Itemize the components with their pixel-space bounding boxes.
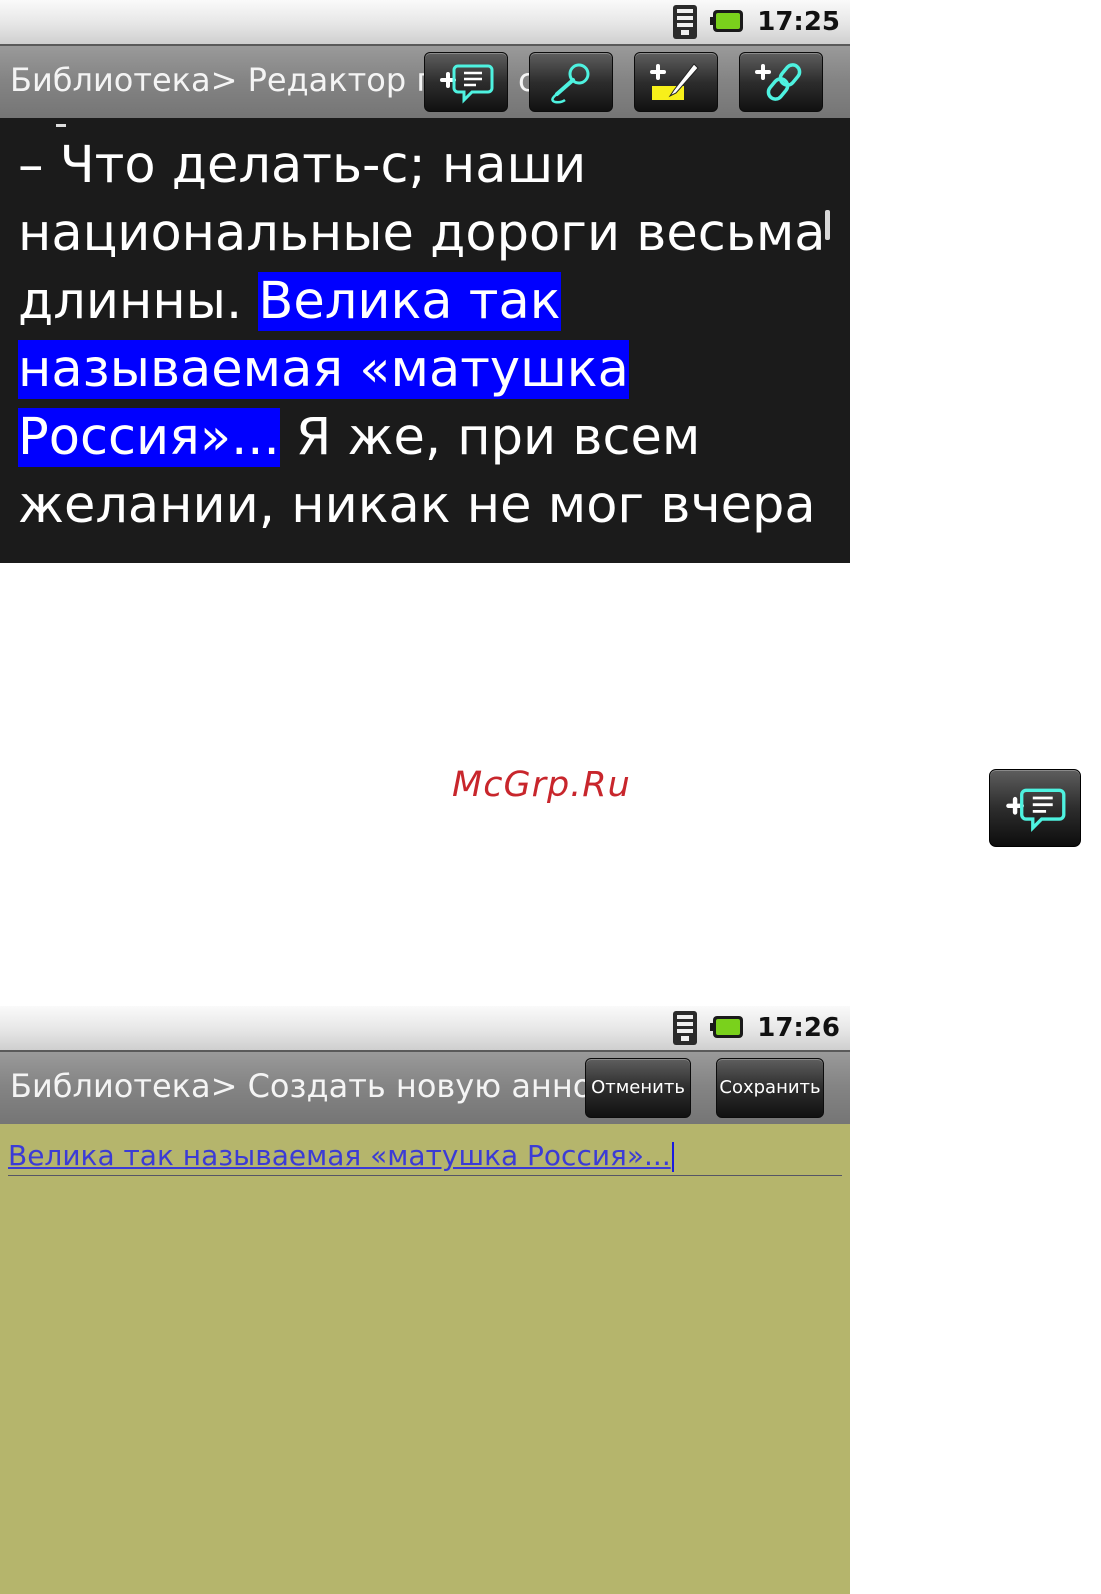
cancel-button[interactable]: Отменить: [585, 1058, 691, 1118]
save-button[interactable]: Сохранить: [716, 1058, 824, 1118]
book-page[interactable]: – Что делать-с; наши национальные дороги…: [0, 118, 850, 563]
add-note-button[interactable]: [424, 52, 508, 112]
text-caret: [671, 1142, 674, 1172]
add-link-button[interactable]: [739, 52, 823, 112]
battery-icon: [710, 1016, 743, 1038]
title-bar: Библиотека> Редактор ги с: [0, 44, 850, 118]
add-note-icon: [440, 64, 494, 104]
page-title: Библиотека> Создать новую аннот: [10, 1067, 611, 1105]
add-link-icon: [755, 63, 802, 101]
annotation-text-value: Велика так называемая «матушка Россия»..…: [8, 1139, 671, 1172]
title-bar: Библиотека> Создать новую аннот Отменить…: [0, 1050, 850, 1124]
status-bar: 17:26: [0, 1006, 850, 1050]
status-bar: 17:25: [0, 0, 850, 44]
scrollbar-thumb[interactable]: [825, 210, 830, 240]
annotation-text-field[interactable]: Велика так называемая «матушка Россия»..…: [8, 1136, 842, 1176]
wifi-signal-icon: [673, 5, 697, 39]
book-text[interactable]: – Что делать-с; наши национальные дороги…: [18, 132, 828, 540]
add-note-button-illustration: [989, 769, 1081, 847]
status-clock: 17:26: [757, 1013, 840, 1043]
wifi-signal-icon: [673, 1011, 697, 1045]
add-highlight-icon: [650, 63, 699, 100]
battery-icon: [710, 10, 743, 32]
reader-screen: 17:25 Библиотека> Редактор ги с – Что де…: [0, 0, 850, 563]
add-highlight-button[interactable]: [634, 52, 718, 112]
watermark: McGrp.Ru: [452, 765, 631, 805]
status-clock: 17:25: [757, 7, 840, 37]
add-voice-note-icon: [551, 63, 590, 104]
page-title: Библиотека> Редактор ги с: [10, 61, 536, 99]
annotation-screen: 17:26 Библиотека> Создать новую аннот От…: [0, 1006, 850, 1594]
add-note-icon: [1006, 788, 1066, 832]
add-voice-note-button[interactable]: [529, 52, 613, 112]
page-top-marker: [56, 124, 66, 127]
annotation-editor[interactable]: Велика так называемая «матушка Россия»..…: [0, 1124, 850, 1594]
